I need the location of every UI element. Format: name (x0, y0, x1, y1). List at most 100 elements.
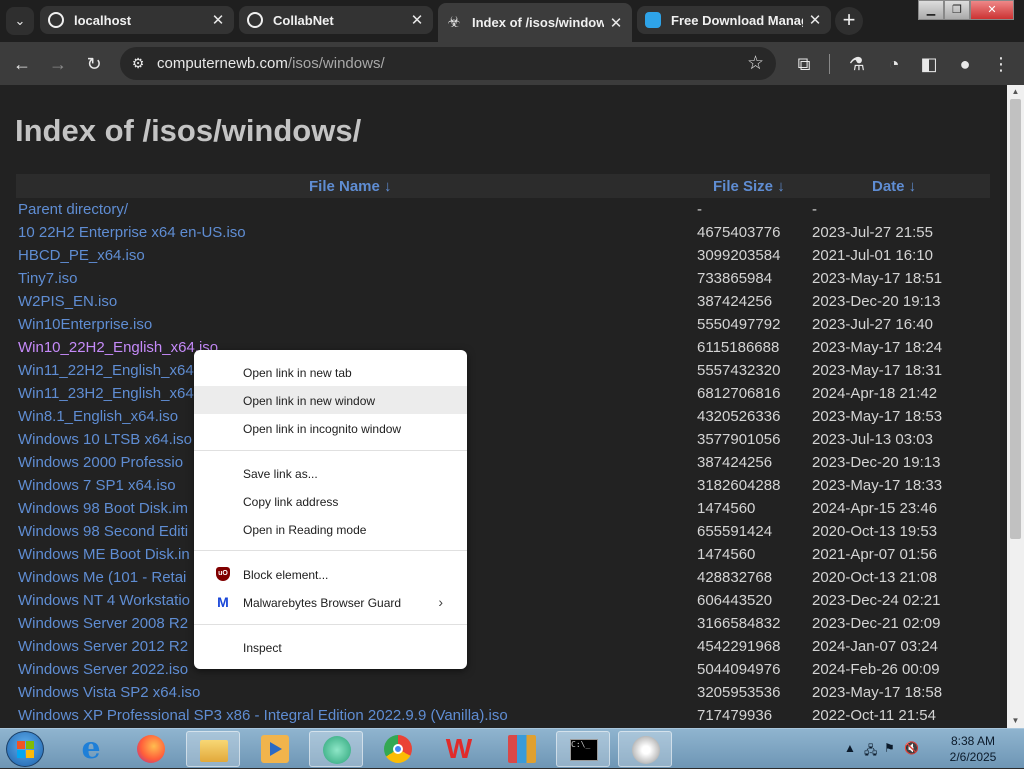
show-hidden-icons-icon[interactable]: ▲ (844, 741, 856, 755)
file-link[interactable]: W2PIS_EN.iso (18, 293, 117, 310)
file-link[interactable]: Win11_23H2_English_x64 (18, 385, 194, 402)
menu-separator (194, 624, 467, 625)
action-center-flag-icon[interactable]: ⚑ (884, 741, 895, 755)
tab-localhost[interactable]: localhost ✕ (40, 6, 234, 34)
file-link[interactable]: Win10_22H2_English_x64.iso (18, 339, 218, 356)
site-info-icon[interactable]: ⚙ (128, 53, 148, 73)
tab-collabnet[interactable]: CollabNet ✕ (239, 6, 433, 34)
tab-close-icon[interactable]: ✕ (210, 11, 226, 29)
browser-toolbar: ← → ↻ ⚙ computernewb.com/isos/windows/ ☆… (0, 42, 1024, 85)
taskbar-winrar[interactable] (495, 731, 549, 767)
menu-item-inspect[interactable]: Inspect (194, 633, 467, 661)
file-link[interactable]: Windows Server 2012 R2 (18, 638, 188, 655)
file-link[interactable]: Windows 7 SP1 x64.iso (18, 477, 176, 494)
menu-item-block-element[interactable]: uO Block element... (194, 560, 467, 588)
flask-icon: ⚗ (848, 54, 866, 74)
table-row: Windows Server 2008 R2 3166584832 2023-Dec… (18, 613, 978, 636)
file-link[interactable]: Windows Server 2022.iso (18, 661, 188, 678)
performance-button[interactable]: ◔ (880, 50, 908, 78)
column-header-file-name[interactable]: File Name ↓ (309, 178, 392, 195)
forward-button[interactable]: → (44, 50, 72, 78)
profile-button[interactable]: ● (951, 50, 979, 78)
file-link[interactable]: Windows ME Boot Disk.in (18, 546, 190, 563)
address-bar[interactable]: ⚙ computernewb.com/isos/windows/ ☆ (120, 47, 776, 80)
taskbar-file-explorer[interactable] (186, 731, 240, 767)
taskbar-chrome[interactable] (371, 731, 425, 767)
file-size: 4320526336 (697, 408, 781, 425)
avatar-icon: ● (959, 54, 971, 74)
file-date: 2024-Apr-18 21:42 (812, 385, 938, 402)
file-link[interactable]: Win10Enterprise.iso (18, 316, 152, 333)
file-link[interactable]: HBCD_PE_x64.iso (18, 247, 145, 264)
tab-free-download-manager[interactable]: Free Download Manager ✕ (637, 6, 831, 34)
file-link[interactable]: 10 22H2 Enterprise x64 en-US.iso (18, 224, 246, 241)
file-date: 2023-Jul-13 03:03 (812, 431, 933, 448)
file-size: 3099203584 (697, 247, 781, 264)
file-link[interactable]: Windows XP Professional SP3 x86 - Integr… (18, 707, 508, 724)
url-path: /isos/windows/ (287, 55, 385, 72)
column-header-date[interactable]: Date ↓ (872, 178, 916, 195)
command-prompt-icon: C:\_ (570, 739, 598, 761)
new-tab-button[interactable]: + (835, 7, 863, 35)
labs-button[interactable]: ⚗ (843, 50, 871, 78)
file-link[interactable]: Win11_22H2_English_x64 (18, 362, 194, 379)
taskbar-wps-office[interactable]: W (432, 731, 486, 767)
file-link[interactable]: Windows NT 4 Workstatio (18, 592, 190, 609)
tab-label: Index of /isos/windows/ (472, 15, 604, 30)
tab-close-icon[interactable]: ✕ (807, 11, 823, 29)
file-link[interactable]: Tiny7.iso (18, 270, 77, 287)
tab-search-button[interactable]: ⌄ (6, 7, 34, 35)
file-date: 2023-Jul-27 16:40 (812, 316, 933, 333)
menu-item-malwarebytes[interactable]: M Malwarebytes Browser Guard › (194, 588, 467, 616)
taskbar-firefox[interactable] (124, 731, 178, 767)
menu-item-copy-link[interactable]: Copy link address (194, 487, 467, 515)
back-button[interactable]: ← (8, 50, 36, 78)
table-row: Tiny7.iso 733865984 2023-May-17 18:51 (18, 268, 978, 291)
restore-button[interactable]: ❐ (944, 0, 970, 20)
taskbar-command-prompt[interactable]: C:\_ (556, 731, 610, 767)
taskbar-app-green[interactable] (309, 731, 363, 767)
minimize-button[interactable]: ▁ (918, 0, 944, 20)
menu-button[interactable]: ⋮ (987, 50, 1015, 78)
side-panel-button[interactable]: ◧ (915, 50, 943, 78)
menu-item-open-new-tab[interactable]: Open link in new tab (194, 358, 467, 386)
scrollbar-thumb[interactable] (1010, 99, 1021, 539)
network-icon[interactable]: 🖧 (864, 741, 877, 762)
file-link[interactable]: Windows 2000 Professio (18, 454, 183, 471)
menu-item-open-incognito[interactable]: Open link in incognito window (194, 414, 467, 442)
internet-explorer-icon: e (81, 731, 101, 766)
tab-close-icon[interactable]: ✕ (608, 14, 624, 32)
menu-item-reading-mode[interactable]: Open in Reading mode (194, 515, 467, 543)
taskbar-backup-tool[interactable] (618, 731, 672, 767)
reload-button[interactable]: ↻ (80, 50, 108, 78)
file-date: 2022-Oct-11 21:54 (812, 707, 936, 724)
biohazard-icon: ☣ (447, 13, 461, 31)
menu-item-open-new-window[interactable]: Open link in new window (194, 386, 467, 414)
taskbar-internet-explorer[interactable]: e (64, 731, 118, 767)
file-link[interactable]: Windows 98 Second Editi (18, 523, 188, 540)
page-scrollbar[interactable]: ▲ ▼ (1007, 85, 1024, 728)
volume-muted-icon[interactable]: 🔇 (904, 741, 919, 755)
file-size: 606443520 (697, 592, 773, 609)
column-header-file-size[interactable]: File Size ↓ (713, 178, 785, 195)
close-window-button[interactable]: ✕ (970, 0, 1014, 20)
menu-item-label: Malwarebytes Browser Guard (243, 596, 402, 610)
scroll-down-icon[interactable]: ▼ (1007, 714, 1024, 728)
file-link[interactable]: Windows 10 LTSB x64.iso (18, 431, 192, 448)
scroll-up-icon[interactable]: ▲ (1007, 85, 1024, 99)
taskbar-clock[interactable]: 8:38 AM 2/6/2025 (948, 733, 998, 765)
tab-close-icon[interactable]: ✕ (409, 11, 425, 29)
start-button[interactable] (6, 731, 44, 767)
file-link[interactable]: Windows 98 Boot Disk.im (18, 500, 188, 517)
taskbar-media-player[interactable] (248, 731, 302, 767)
tab-index-isos-windows[interactable]: ☣ Index of /isos/windows/ ✕ (438, 3, 632, 42)
extensions-button[interactable]: ⧉ (790, 50, 818, 78)
file-link[interactable]: Win8.1_English_x64.iso (18, 408, 178, 425)
menu-item-label: Inspect (243, 641, 282, 655)
file-link[interactable]: Windows Server 2008 R2 (18, 615, 188, 632)
file-link[interactable]: Parent directory/ (18, 201, 128, 218)
file-link[interactable]: Windows Vista SP2 x64.iso (18, 684, 200, 701)
file-link[interactable]: Windows Me (101 - Retai (18, 569, 186, 586)
bookmark-star-icon[interactable]: ☆ (747, 52, 764, 75)
menu-item-save-link[interactable]: Save link as... (194, 459, 467, 487)
